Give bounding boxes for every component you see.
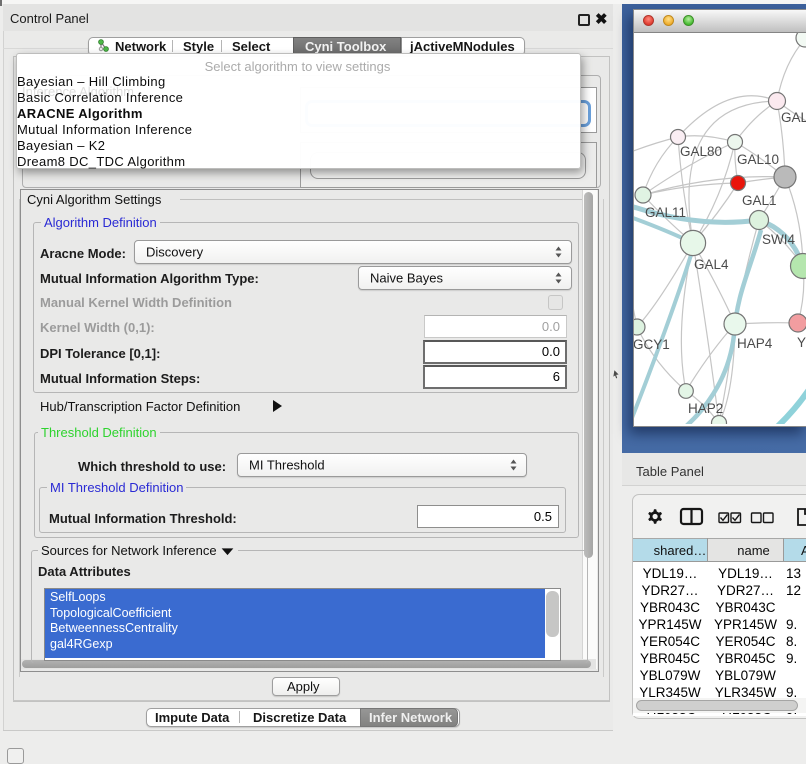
- svg-text:GAL4: GAL4: [694, 257, 729, 272]
- svg-text:GAL10: GAL10: [737, 152, 779, 167]
- svg-text:GAL1: GAL1: [742, 193, 777, 208]
- svg-text:GCY1: GCY1: [634, 337, 670, 352]
- svg-text:GAL80: GAL80: [680, 144, 722, 159]
- svg-text:SWI4: SWI4: [762, 232, 795, 247]
- svg-text:GAL7: GAL7: [781, 110, 806, 125]
- svg-text:GAL11: GAL11: [645, 205, 686, 220]
- svg-text:Y: Y: [797, 335, 806, 350]
- svg-text:HAP4: HAP4: [737, 336, 773, 351]
- svg-text:HAP2: HAP2: [688, 401, 723, 416]
